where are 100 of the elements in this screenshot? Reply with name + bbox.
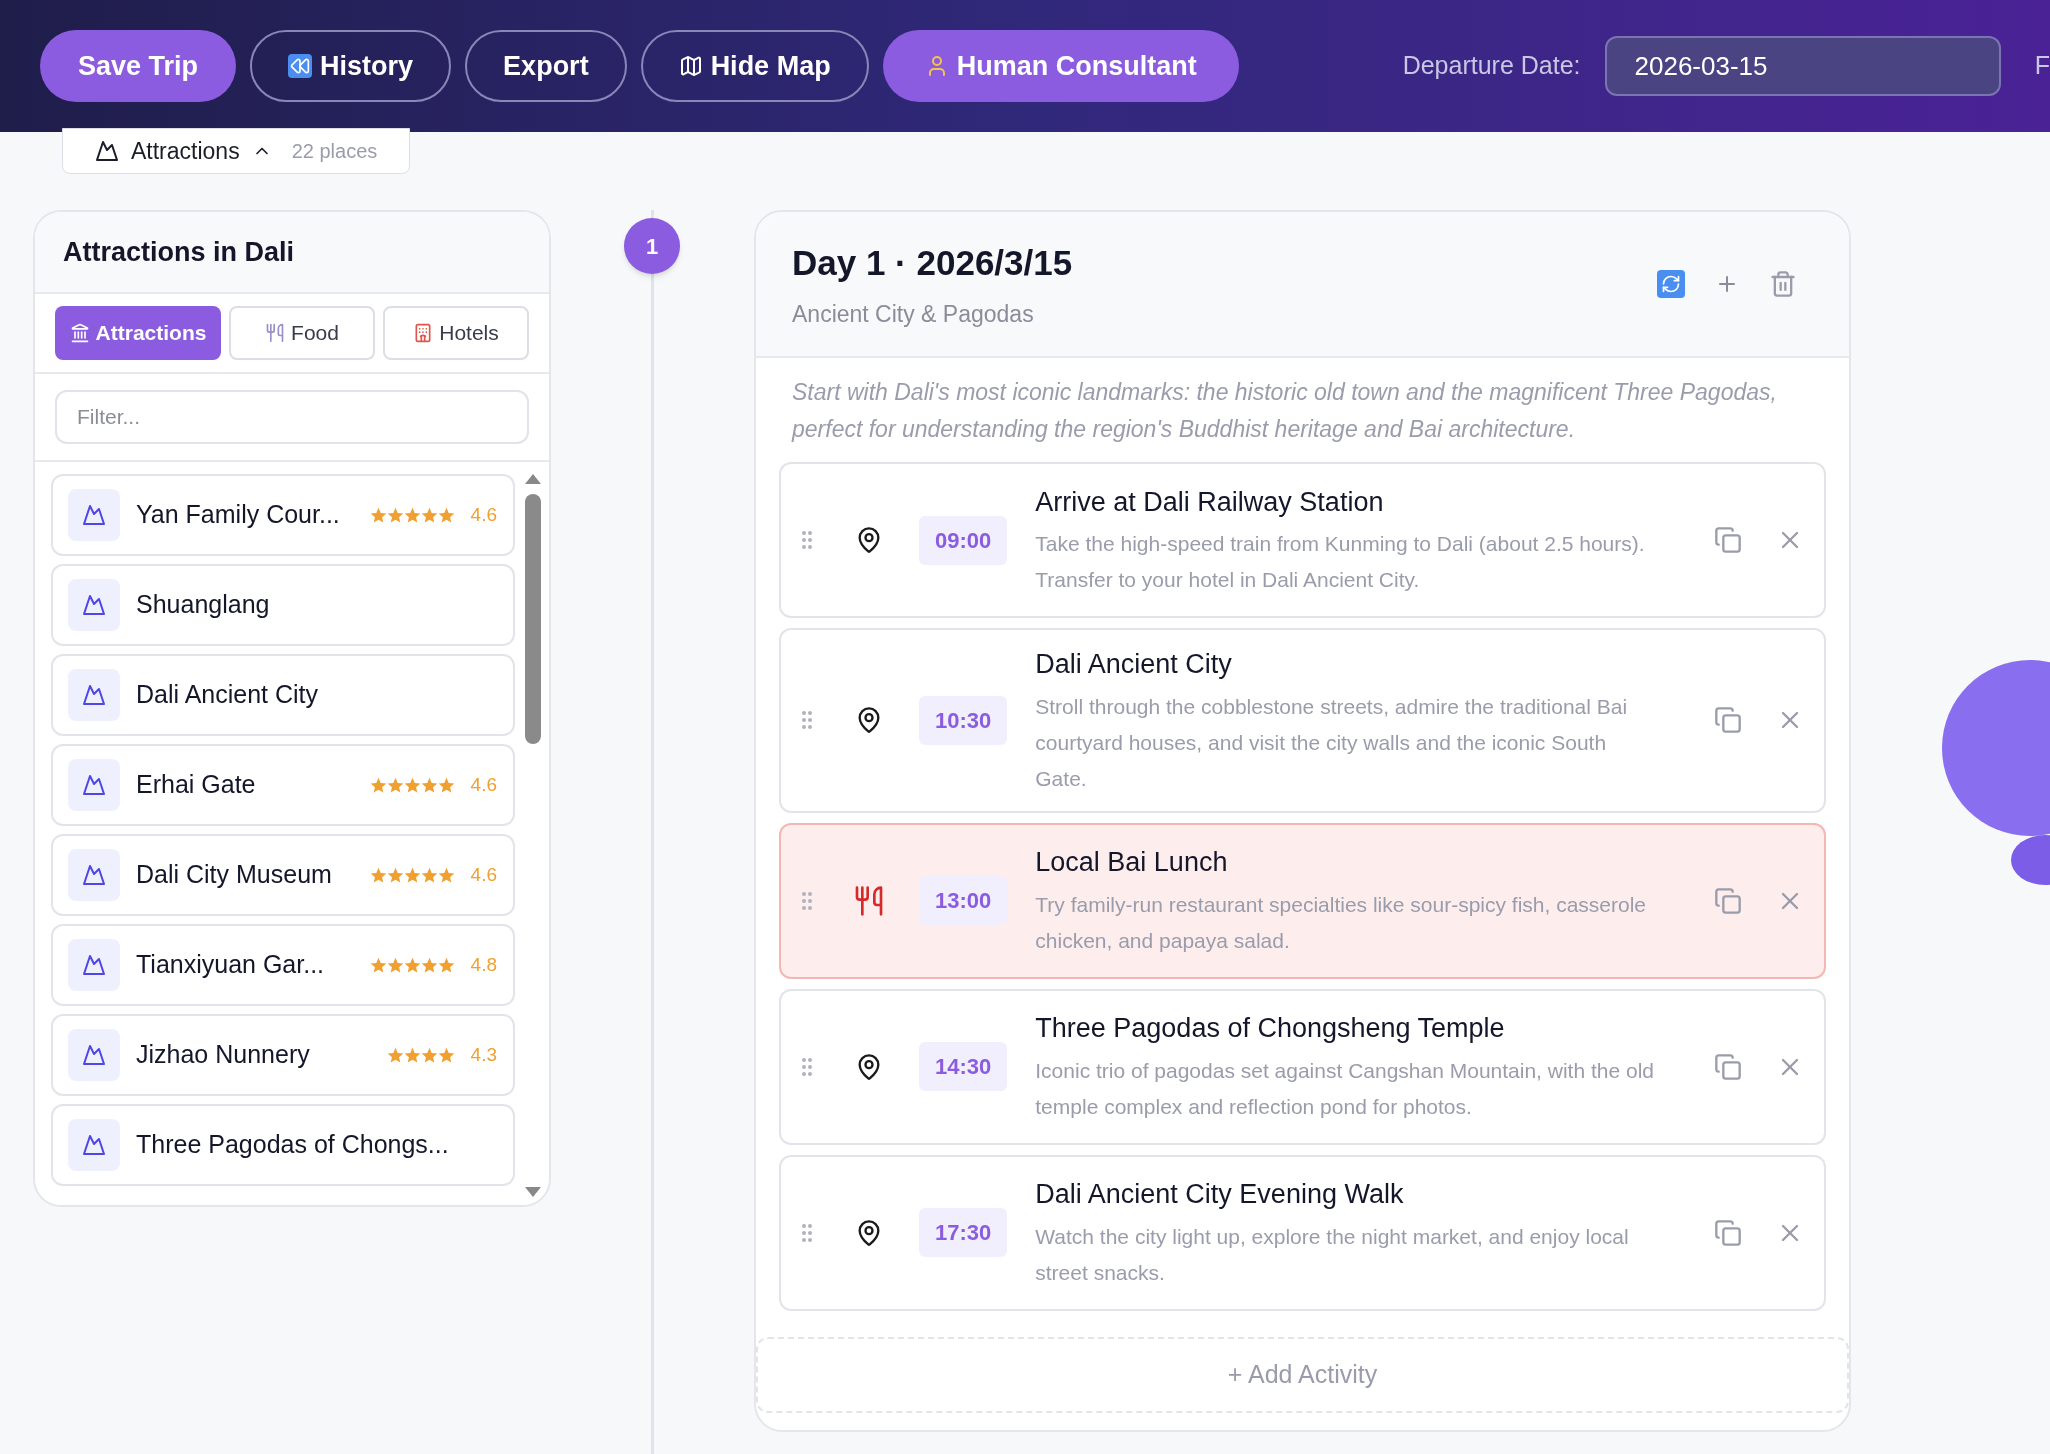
star-icon xyxy=(386,776,404,794)
mountain-icon xyxy=(68,849,120,901)
toolbar-button[interactable]: History xyxy=(250,30,452,102)
activity-card[interactable]: 09:00 Arrive at Dali Railway Station Take the high-speed train from Kunming to Dali (about 2.5 hours). Transfer to your hotel in Dali Ancient City. xyxy=(779,462,1826,618)
rating-value: 4.3 xyxy=(470,1042,497,1067)
activity-card[interactable]: 10:30 Dali Ancient City Stroll through the cobblestone streets, admire the traditional Bai courtyard houses, and visit the city walls and the iconic South Gate. xyxy=(779,628,1826,813)
mountain-icon xyxy=(68,579,120,631)
star-icon xyxy=(386,956,404,974)
hotel-icon xyxy=(413,323,434,343)
star-icon xyxy=(437,776,455,794)
place-name: Tianxiyuan Gar... xyxy=(136,949,326,981)
category-toggle[interactable]: Attractions 22 places xyxy=(62,128,411,174)
star-icon xyxy=(403,866,421,884)
star-icon xyxy=(420,956,438,974)
time-badge: 17:30 xyxy=(919,1208,1008,1257)
time-badge: 10:30 xyxy=(919,695,1008,745)
star-icon xyxy=(437,956,455,974)
star-icon xyxy=(403,506,421,524)
star-icon xyxy=(437,866,455,884)
activity-title: Dali Ancient City Evening Walk xyxy=(1035,1178,1405,1212)
place-card[interactable]: Jizhao Nunnery 4.3 xyxy=(51,1014,515,1096)
copy-icon[interactable] xyxy=(1714,706,1742,735)
place-name: Dali Ancient City xyxy=(136,679,320,711)
toolbar-button[interactable]: Hide Map xyxy=(640,30,869,102)
place-card[interactable]: Tianxiyuan Gar... 4.8 xyxy=(51,924,515,1006)
category-tab[interactable]: Food xyxy=(229,306,375,360)
day-subtitle: Ancient City & Pagodas xyxy=(792,300,1035,329)
day-title: Day 1 · 2026/3/15 xyxy=(792,241,1074,284)
mountain-icon xyxy=(95,139,119,163)
place-card[interactable]: Erhai Gate 4.6 xyxy=(51,744,515,826)
activity-card[interactable]: 13:00 Local Bai Lunch Try family-run restaurant specialties like sour-spicy fish, casserole chicken, and papaya salad. xyxy=(779,822,1826,979)
activity-card[interactable]: 14:30 Three Pagodas of Chongsheng Temple Iconic trio of pagodas set against Cangshan Mountain, with the old temple complex and reflection pond for photos. xyxy=(779,988,1826,1145)
place-card[interactable]: Shuanglang xyxy=(51,564,515,646)
activity-description: Watch the city light up, explore the night market, and enjoy local street snacks. xyxy=(1035,1223,1630,1286)
mountain-icon xyxy=(68,939,120,991)
activity-description: Take the high-speed train from Kunming to Dali (about 2.5 hours). Transfer to your hotel in Dali Ancient City. xyxy=(1035,531,1646,594)
activity-description: Stroll through the cobblestone streets, admire the traditional Bai courtyard houses, and visit the city walls and the iconic South Gate. xyxy=(1035,693,1629,792)
activity-title: Arrive at Dali Railway Station xyxy=(1035,485,1385,519)
category-tab[interactable]: Attractions xyxy=(55,306,221,360)
activity-title: Local Bai Lunch xyxy=(1035,846,1229,880)
trash-icon[interactable] xyxy=(1769,270,1797,298)
date-field[interactable]: 2026-03-15 xyxy=(1604,36,2001,96)
toolbar-button[interactable]: Export xyxy=(465,30,627,102)
utensils-icon xyxy=(265,323,286,343)
copy-icon[interactable] xyxy=(1714,526,1742,554)
place-card[interactable]: Dali Ancient City xyxy=(51,654,515,736)
star-icon xyxy=(369,776,387,794)
star-icon xyxy=(420,1046,438,1064)
save-button[interactable]: Save Trip xyxy=(40,30,237,102)
rating-value: 4.6 xyxy=(470,502,497,527)
star-icon xyxy=(403,1046,421,1064)
rewind-icon xyxy=(288,54,313,78)
rating-value: 4.6 xyxy=(470,862,497,887)
star-icon xyxy=(369,506,387,524)
copy-icon[interactable] xyxy=(1714,1052,1742,1081)
filter-field[interactable]: Filter... xyxy=(55,390,529,444)
place-name: Jizhao Nunnery xyxy=(136,1039,311,1071)
mountain-icon xyxy=(68,669,120,721)
star-icon xyxy=(403,776,421,794)
activity-title: Dali Ancient City xyxy=(1035,648,1233,681)
rating-value: 4.6 xyxy=(470,772,497,797)
panel-title: Attractions in Dali xyxy=(63,235,295,269)
utensils-icon xyxy=(853,884,885,917)
copy-icon[interactable] xyxy=(1714,886,1742,915)
category-tab[interactable]: Hotels xyxy=(383,306,529,360)
map-icon xyxy=(678,54,703,78)
star-icon xyxy=(420,506,438,524)
place-card[interactable]: Dali City Museum 4.6 xyxy=(51,834,515,916)
mountain-icon xyxy=(68,1029,120,1081)
time-badge: 14:30 xyxy=(919,1042,1008,1091)
activity-card[interactable]: 17:30 Dali Ancient City Evening Walk Watch the city light up, explore the night market, and enjoy local street snacks. xyxy=(779,1154,1826,1311)
star-icon xyxy=(420,776,438,794)
toolbar-button[interactable]: Human Consultant xyxy=(882,30,1239,102)
star-icon xyxy=(386,506,404,524)
star-icon xyxy=(437,506,455,524)
mountain-icon xyxy=(68,489,120,541)
star-icon xyxy=(437,1046,455,1064)
activity-description: Try family-run restaurant specialties like sour-spicy fish, casserole chicken, and papaya salad. xyxy=(1035,891,1648,954)
place-name: Three Pagodas of Chongs... xyxy=(136,1129,450,1161)
star-icon xyxy=(369,956,387,974)
place-name: Shuanglang xyxy=(136,589,271,621)
copy-icon[interactable] xyxy=(1714,1218,1742,1247)
place-card[interactable]: Yan Family Cour... 4.6 xyxy=(51,474,515,556)
star-icon xyxy=(403,956,421,974)
star-icon xyxy=(386,1046,404,1064)
star-icon xyxy=(420,866,438,884)
mountain-icon xyxy=(68,759,120,811)
activity-title: Three Pagodas of Chongsheng Temple xyxy=(1035,1012,1506,1046)
departure-label: Departure Date: xyxy=(1402,50,1581,82)
place-name: Erhai Gate xyxy=(136,769,257,801)
refresh-icon[interactable] xyxy=(1657,270,1685,298)
star-icon xyxy=(386,866,404,884)
activity-description: Iconic trio of pagodas set against Cangshan Mountain, with the old temple complex and reflection pond for photos. xyxy=(1035,1057,1655,1120)
day-description: Start with Dali's most iconic landmarks: the historic old town and the magnificent Three Pagodas, perfect for understanding the region's Buddhist heritage and Bai architecture. xyxy=(790,378,1778,444)
place-card[interactable]: Three Pagodas of Chongs... xyxy=(51,1104,515,1186)
star-icon xyxy=(369,866,387,884)
rating-value: 4.8 xyxy=(470,952,497,977)
time-badge: 13:00 xyxy=(919,876,1008,925)
place-name: Yan Family Cour... xyxy=(136,499,341,531)
day-number-badge: 1 xyxy=(624,218,680,274)
